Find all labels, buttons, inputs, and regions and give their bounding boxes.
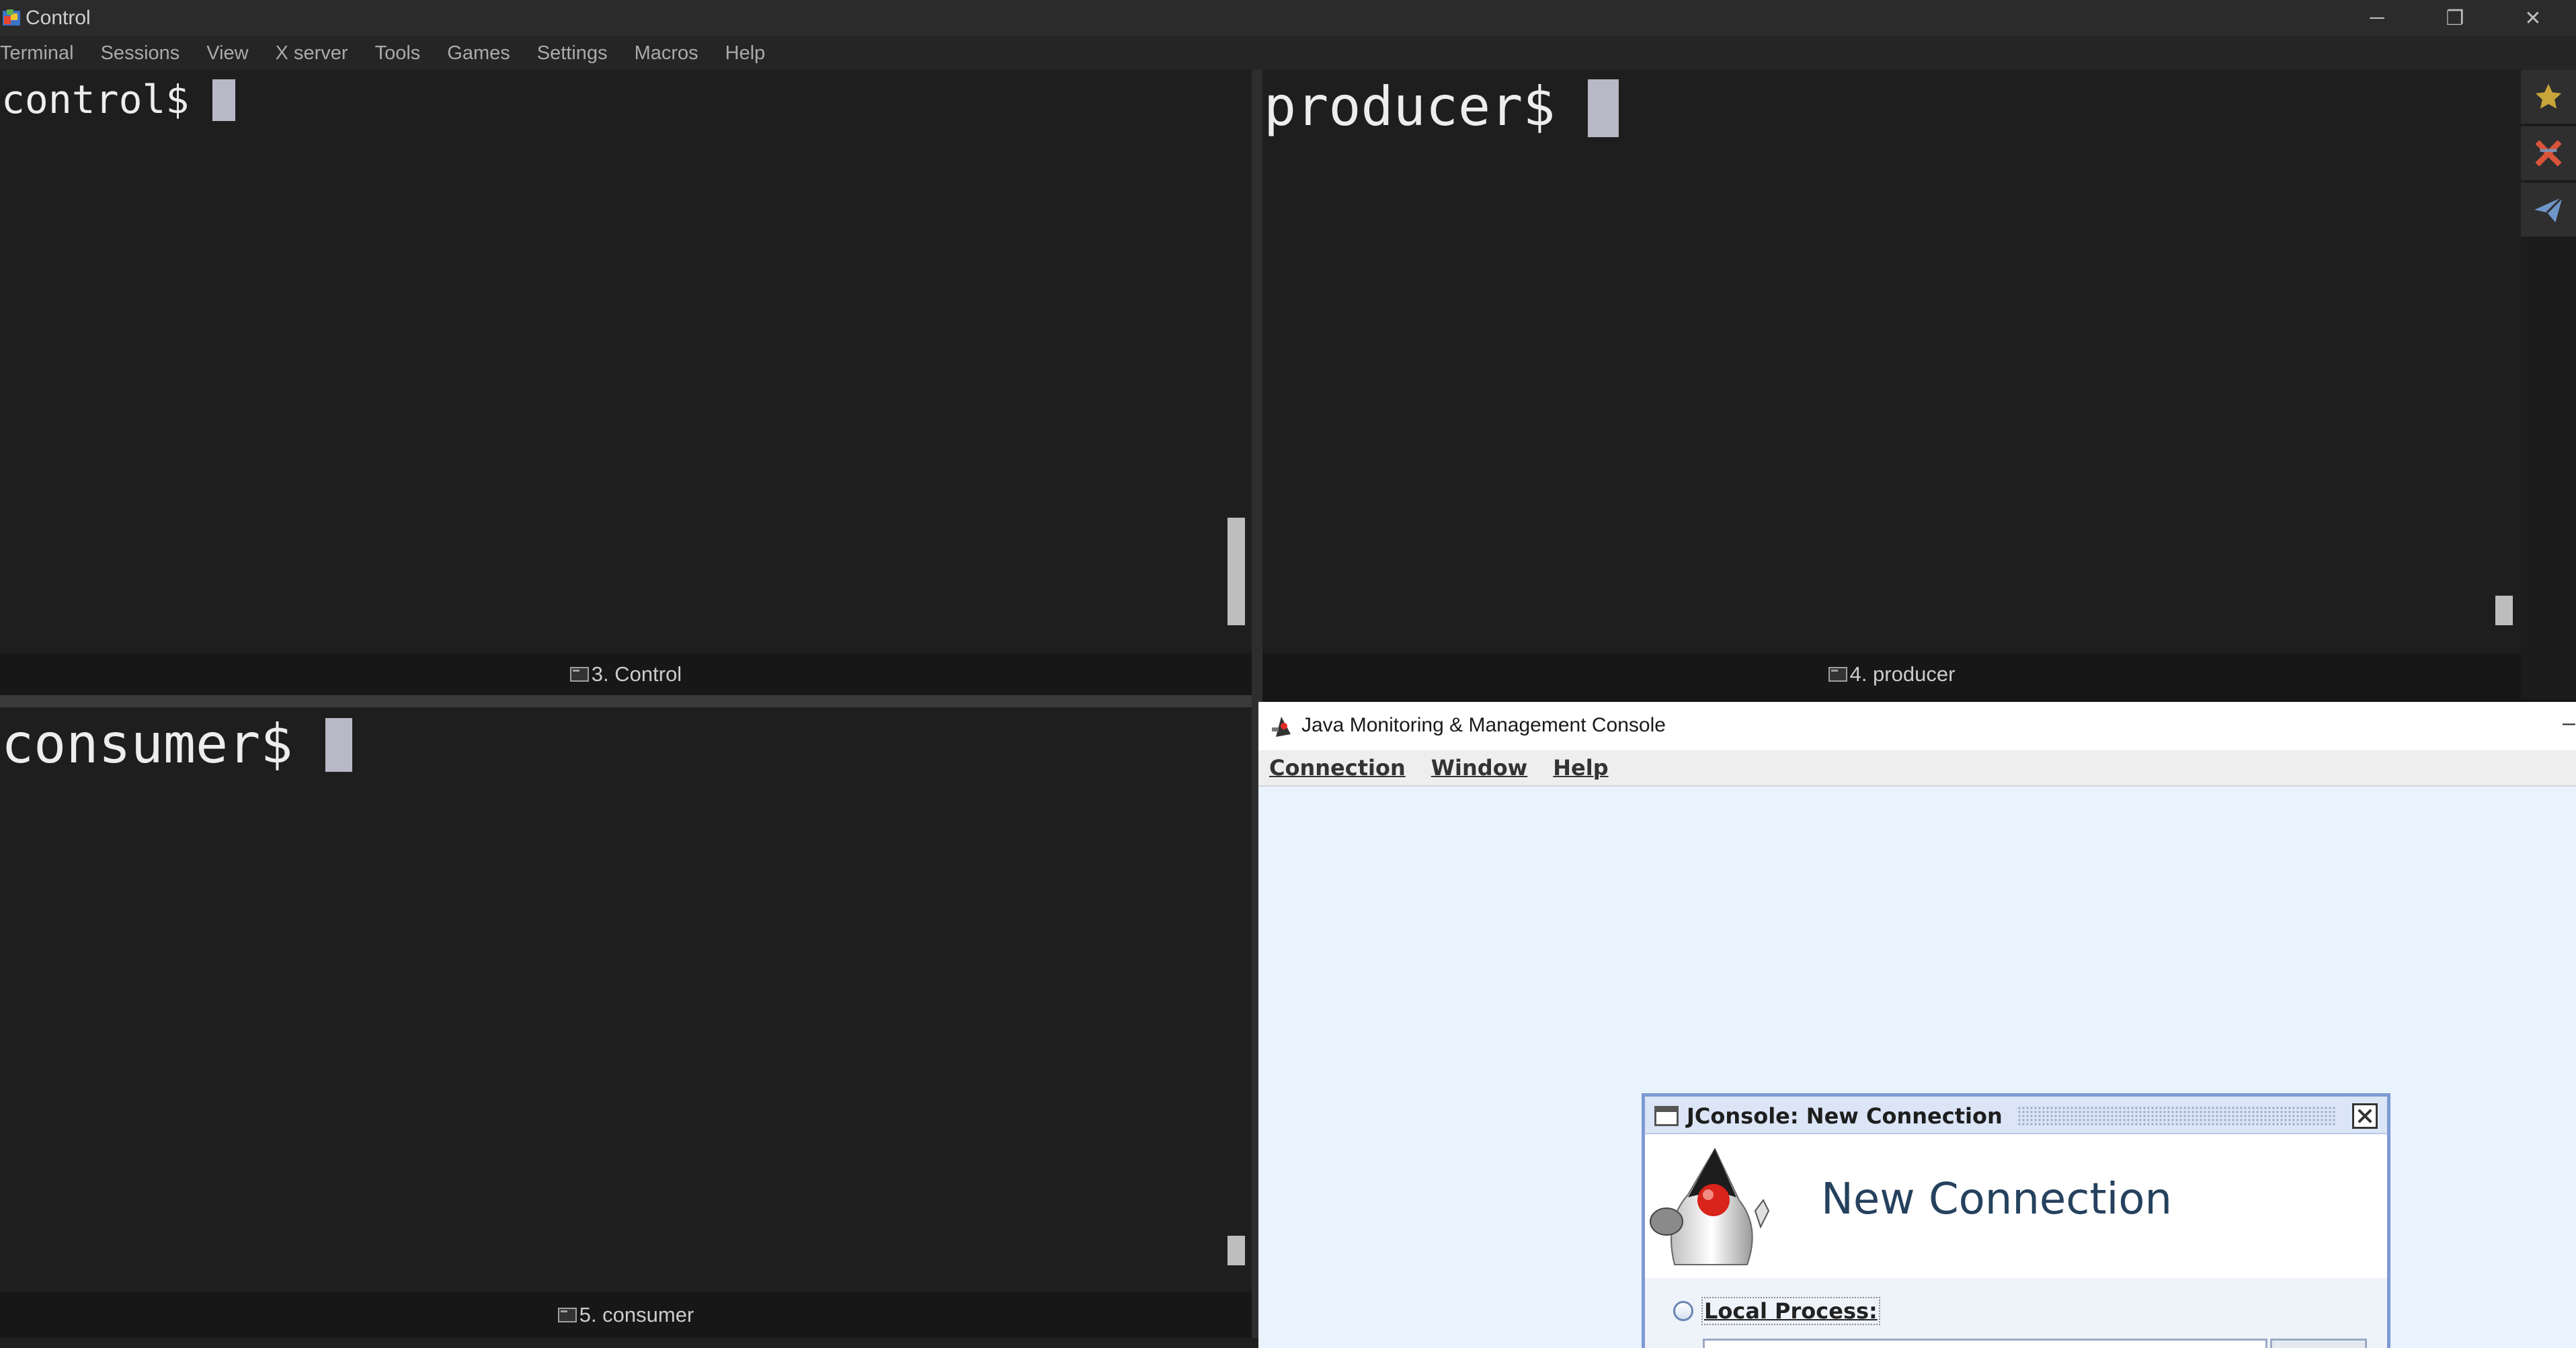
prompt-text: consumer$ <box>1 713 325 775</box>
new-connection-dialog[interactable]: JConsole: New Connection New Connection … <box>1642 1093 2390 1348</box>
local-process-radio[interactable] <box>1673 1301 1693 1321</box>
terminal-cursor <box>212 79 236 121</box>
terminal-pane-producer[interactable]: producer$ <box>1262 70 2521 653</box>
jconsole-title: Java Monitoring & Management Console <box>1301 714 1666 736</box>
prompt-text: control$ <box>1 77 213 122</box>
tab-consumer[interactable]: 5. consumer <box>0 1292 1252 1338</box>
window-menu-icon[interactable] <box>1654 1106 1679 1126</box>
menu-tools[interactable]: Tools <box>375 42 421 65</box>
terminal-prompt: producer$ <box>1264 74 1619 140</box>
dialog-body: Local Process: <box>1645 1278 2387 1348</box>
app-icon <box>3 9 20 26</box>
terminal-pane-control[interactable]: control$ <box>0 70 1252 653</box>
close-button[interactable]: ✕ <box>2494 0 2572 36</box>
menu-help[interactable]: Help <box>1553 755 1608 781</box>
status-strip <box>0 1338 1258 1348</box>
scrollbar-thumb[interactable] <box>1227 518 1245 625</box>
menu-connection[interactable]: Connection <box>1269 755 1406 781</box>
dialog-heading: New Connection <box>1821 1175 2173 1224</box>
terminal-cursor <box>1587 79 1619 137</box>
local-process-label[interactable]: Local Process: <box>1701 1297 1880 1325</box>
minimize-button[interactable]: ─ <box>2338 0 2416 36</box>
dialog-close-button[interactable] <box>2352 1103 2378 1129</box>
tab-label: 4. producer <box>1849 662 1956 686</box>
favorites-button[interactable] <box>2521 70 2576 125</box>
send-icon <box>2534 196 2563 223</box>
minimize-icon[interactable]: – <box>2563 710 2575 736</box>
pane-splitter-horizontal[interactable] <box>0 695 1252 707</box>
menu-settings[interactable]: Settings <box>537 42 608 65</box>
menu-terminal[interactable]: Terminal <box>0 42 74 65</box>
menu-bar: Terminal Sessions View X server Tools Ga… <box>0 36 2576 70</box>
process-table-header[interactable] <box>1703 1339 2267 1348</box>
java-duke-icon <box>1650 1147 1770 1265</box>
prompt-text: producer$ <box>1264 75 1588 138</box>
menu-window[interactable]: Window <box>1431 755 1528 781</box>
terminal-icon <box>1828 667 1847 682</box>
dialog-banner: New Connection <box>1645 1134 2387 1278</box>
restore-icon: ❐ <box>2446 7 2464 30</box>
dialog-title: JConsole: New Connection <box>1687 1103 2003 1129</box>
terminal-cursor <box>325 718 352 772</box>
tab-control[interactable]: 3. Control <box>0 653 1252 695</box>
maximize-button[interactable]: ❐ <box>2416 0 2494 36</box>
menu-sessions[interactable]: Sessions <box>101 42 180 65</box>
side-toolbar <box>2521 70 2576 699</box>
x-server-icon <box>2535 140 2562 167</box>
menu-games[interactable]: Games <box>447 42 510 65</box>
dialog-titlebar[interactable]: JConsole: New Connection <box>1645 1097 2387 1134</box>
menu-x-server[interactable]: X server <box>276 42 348 65</box>
menu-view[interactable]: View <box>206 42 248 65</box>
scrollbar-thumb[interactable] <box>2495 596 2513 625</box>
jconsole-window[interactable]: Java Monitoring & Management Console – C… <box>1258 702 2576 1348</box>
scrollbar-thumb[interactable] <box>1227 1236 1245 1265</box>
menu-help[interactable]: Help <box>725 42 766 65</box>
close-icon: ✕ <box>2524 7 2542 30</box>
tab-label: 3. Control <box>591 662 682 686</box>
menu-macros[interactable]: Macros <box>635 42 698 65</box>
terminal-prompt: consumer$ <box>1 711 352 777</box>
terminal-prompt: control$ <box>1 74 236 125</box>
send-button[interactable] <box>2521 183 2576 238</box>
titlebar-texture <box>2017 1106 2336 1126</box>
jconsole-titlebar[interactable]: Java Monitoring & Management Console – <box>1258 702 2576 750</box>
terminal-pane-consumer[interactable]: consumer$ <box>0 707 1252 1292</box>
jconsole-menu-bar: Connection Window Help <box>1258 750 2576 787</box>
x-server-button[interactable] <box>2521 126 2576 182</box>
terminal-icon <box>569 667 589 682</box>
process-pid-header[interactable] <box>2270 1339 2367 1348</box>
minimize-icon: ─ <box>2370 7 2384 29</box>
java-duke-icon <box>1272 717 1291 737</box>
tab-producer[interactable]: 4. producer <box>1262 653 2521 695</box>
desktop: Control ─ ❐ ✕ Terminal Sessions View X s… <box>0 0 2576 1348</box>
star-icon <box>2535 83 2562 109</box>
window-titlebar[interactable]: Control ─ ❐ ✕ <box>0 0 2576 36</box>
tab-label: 5. consumer <box>579 1303 694 1326</box>
window-title: Control <box>26 7 91 29</box>
terminal-icon <box>557 1308 577 1322</box>
